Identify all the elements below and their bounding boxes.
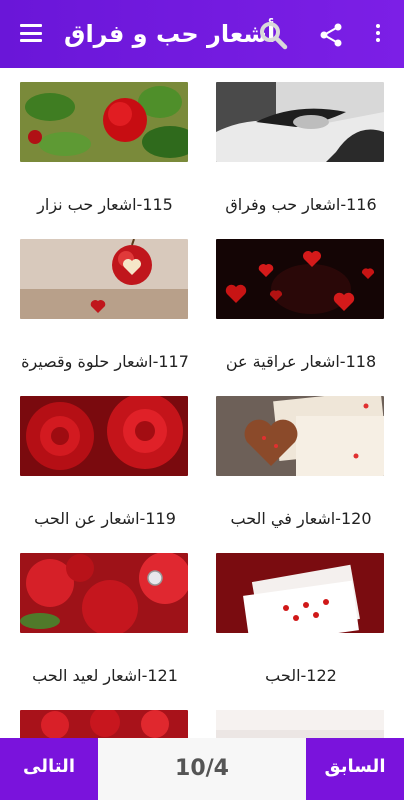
- next-button[interactable]: التالى: [0, 738, 98, 800]
- list-item-label: 121-اشعار لعيد الحب: [32, 666, 178, 685]
- list-item[interactable]: 117-اشعار حلوة وقصيرة: [20, 239, 190, 371]
- previous-button[interactable]: السابق: [306, 738, 404, 800]
- pagination-bar: التالى 10/4 السابق: [0, 738, 404, 800]
- list-item-label: 119-اشعار عن الحب: [34, 509, 176, 528]
- partial-roses-photo: [20, 710, 188, 738]
- list-item[interactable]: 121-اشعار لعيد الحب: [20, 553, 190, 685]
- partial-light-photo: [216, 710, 384, 738]
- red-roses-photo: [20, 396, 188, 476]
- list-item[interactable]: [20, 710, 190, 738]
- list-item-label: 116-اشعار حب وفراق: [225, 195, 377, 214]
- more-vert-icon[interactable]: [373, 24, 383, 46]
- list-item[interactable]: 119-اشعار عن الحب: [20, 396, 190, 528]
- menu-icon[interactable]: [20, 24, 42, 42]
- poems-grid: 116-اشعار حب وفراق 115-اشعار حب نزار 118…: [0, 68, 404, 738]
- list-item-label: 118-اشعار عراقية عن: [225, 352, 377, 371]
- heart-cookie-letter-photo: [216, 396, 384, 476]
- playing-cards-photo: [216, 553, 384, 633]
- app-bar: أشعار حب و فراق: [0, 0, 404, 68]
- roses-ring-photo: [20, 553, 188, 633]
- list-item-label: 122-الحب: [265, 666, 337, 685]
- page-indicator: 10/4: [175, 756, 229, 781]
- list-item[interactable]: 118-اشعار عراقية عن: [216, 239, 386, 371]
- red-rose-leaves-photo: [20, 82, 188, 162]
- list-item[interactable]: 115-اشعار حب نزار: [20, 82, 190, 214]
- page-title: أشعار حب و فراق: [64, 20, 276, 48]
- apple-heart-photo: [20, 239, 188, 319]
- list-item-label: 120-اشعار في الحب: [230, 509, 372, 528]
- list-item[interactable]: 120-اشعار في الحب: [216, 396, 386, 528]
- share-icon[interactable]: [318, 22, 344, 48]
- list-item[interactable]: 116-اشعار حب وفراق: [216, 82, 386, 214]
- hands-couple-photo: [216, 82, 384, 162]
- list-item[interactable]: 122-الحب: [216, 553, 386, 685]
- search-icon[interactable]: [258, 20, 288, 50]
- list-item-label: 115-اشعار حب نزار: [37, 195, 173, 214]
- list-item-label: 117-اشعار حلوة وقصيرة: [21, 352, 189, 371]
- list-item[interactable]: [216, 710, 386, 738]
- red-hearts-dark-photo: [216, 239, 384, 319]
